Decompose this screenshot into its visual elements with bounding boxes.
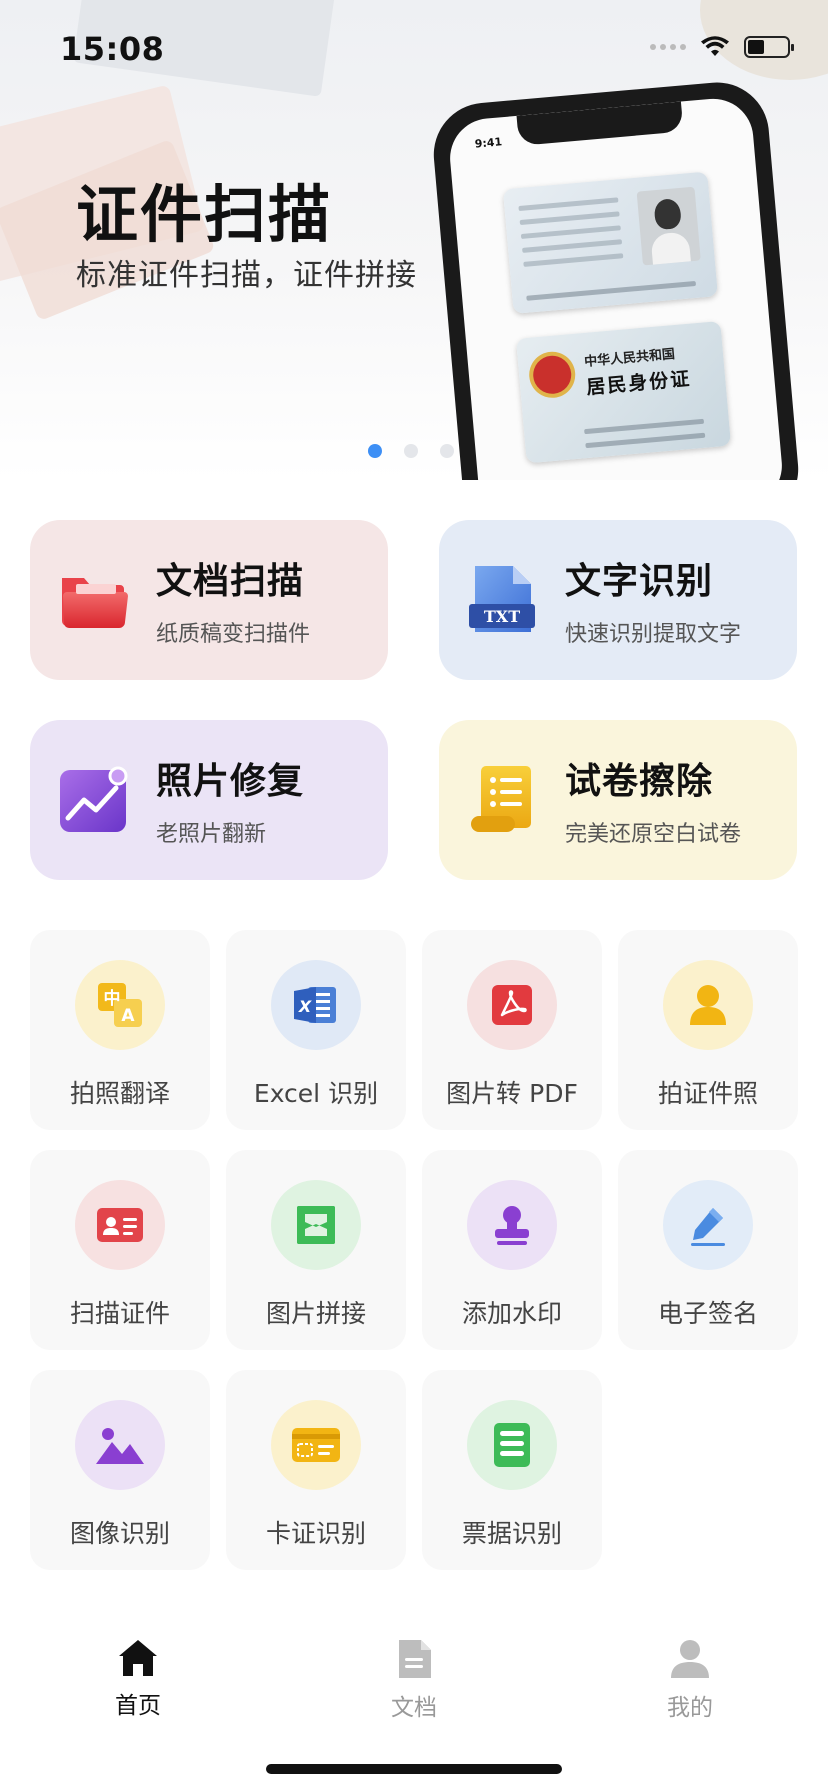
tool-image-to-pdf[interactable]: 图片转 PDF [422, 930, 602, 1130]
wifi-icon [701, 36, 729, 56]
scroll-paper-icon [471, 766, 531, 832]
tool-label: Excel 识别 [253, 1079, 379, 1108]
id-card-icon [75, 1180, 165, 1270]
tab-home[interactable]: 首页 [78, 1638, 198, 1720]
tab-documents[interactable]: 文档 [354, 1638, 474, 1722]
card-icon [271, 1400, 361, 1490]
folder-icon [62, 578, 128, 628]
bottom-tab-bar: 首页 文档 我的 [0, 1620, 828, 1730]
tool-scan-id[interactable]: 扫描证件 [30, 1150, 210, 1350]
user-icon [671, 1640, 709, 1678]
battery-icon [744, 36, 794, 58]
image-icon [75, 1400, 165, 1490]
carousel-dot[interactable] [440, 444, 454, 458]
carousel-dot[interactable] [404, 444, 418, 458]
tool-photo-translate[interactable]: 中 A 拍照翻译 [30, 930, 210, 1130]
translate-icon-char: A [121, 1006, 135, 1026]
home-indicator[interactable] [266, 1764, 562, 1774]
carousel-indicator[interactable] [368, 444, 454, 458]
photo-chart-icon [60, 766, 128, 832]
tab-label: 首页 [115, 1693, 161, 1719]
feature-subtitle: 完美还原空白试卷 [565, 822, 742, 847]
tool-label: 图像识别 [69, 1519, 170, 1548]
tool-excel-recognition[interactable]: X Excel 识别 [226, 930, 406, 1130]
tool-label: 卡证识别 [265, 1519, 366, 1548]
tool-label: 电子签名 [657, 1299, 758, 1328]
banner-title: 证件扫描 [76, 178, 333, 251]
translate-icon-char: 中 [104, 988, 121, 1009]
translate-icon: 中 A [75, 960, 165, 1050]
banner-carousel[interactable]: 15:08 证件扫描 标准证件扫描，证件拼接 9:41 中华人民共和国 居民身份… [0, 0, 828, 480]
feature-title: 文字识别 [565, 561, 714, 602]
txt-label: TXT [484, 607, 520, 626]
national-emblem-icon [531, 354, 573, 396]
id-card-back-illustration: 中华人民共和国 居民身份证 [515, 320, 732, 464]
phone-illustration-time: 9:41 [474, 135, 503, 151]
tool-image-stitch[interactable]: 图片拼接 [226, 1150, 406, 1350]
feature-title: 文档扫描 [156, 561, 305, 602]
feature-card-text-recognition[interactable]: TXT 文字识别 快速识别提取文字 [439, 520, 797, 680]
stitch-icon [271, 1180, 361, 1270]
tool-label: 票据识别 [461, 1519, 562, 1548]
id-card-title-text: 居民身份证 [585, 367, 693, 399]
tool-label: 图片转 PDF [446, 1079, 578, 1108]
tool-label: 图片拼接 [265, 1299, 366, 1328]
home-icon [119, 1640, 157, 1676]
tool-image-recognition[interactable]: 图像识别 [30, 1370, 210, 1570]
pdf-icon [467, 960, 557, 1050]
tool-e-signature[interactable]: 电子签名 [618, 1150, 798, 1350]
tab-label: 我的 [667, 1695, 713, 1721]
feature-subtitle: 纸质稿变扫描件 [156, 622, 311, 647]
id-card-front-illustration [502, 171, 718, 314]
signal-icon [650, 44, 686, 50]
tool-label: 拍照翻译 [69, 1079, 170, 1108]
tool-add-watermark[interactable]: 添加水印 [422, 1150, 602, 1350]
txt-file-icon: TXT [469, 566, 535, 632]
receipt-icon [467, 1400, 557, 1490]
feature-card-photo-repair[interactable]: 照片修复 老照片翻新 [30, 720, 388, 880]
document-icon [399, 1640, 431, 1678]
id-photo-icon [663, 960, 753, 1050]
tool-card-recognition[interactable]: 卡证识别 [226, 1370, 406, 1570]
tool-receipt-recognition[interactable]: 票据识别 [422, 1370, 602, 1570]
stamp-icon [467, 1180, 557, 1270]
feature-title: 照片修复 [156, 761, 305, 802]
tool-label: 扫描证件 [69, 1299, 170, 1328]
banner-subtitle: 标准证件扫描，证件拼接 [76, 258, 417, 293]
excel-icon-letter: X [298, 997, 312, 1016]
tab-label: 文档 [391, 1695, 437, 1721]
feature-card-document-scan[interactable]: 文档扫描 纸质稿变扫描件 [30, 520, 388, 680]
feature-subtitle: 快速识别提取文字 [565, 622, 742, 647]
feature-subtitle: 老照片翻新 [156, 822, 267, 847]
pen-icon [663, 1180, 753, 1270]
banner-phone-illustration: 9:41 中华人民共和国 居民身份证 [429, 78, 803, 480]
status-indicators [650, 36, 794, 58]
status-time: 15:08 [60, 30, 165, 68]
carousel-dot-active[interactable] [368, 444, 382, 458]
tab-profile[interactable]: 我的 [630, 1638, 750, 1722]
feature-card-paper-erase[interactable]: 试卷擦除 完美还原空白试卷 [439, 720, 797, 880]
feature-title: 试卷擦除 [565, 761, 714, 802]
tool-label: 拍证件照 [657, 1079, 758, 1108]
excel-icon: X [271, 960, 361, 1050]
tool-id-photo[interactable]: 拍证件照 [618, 930, 798, 1130]
tool-label: 添加水印 [461, 1299, 562, 1328]
